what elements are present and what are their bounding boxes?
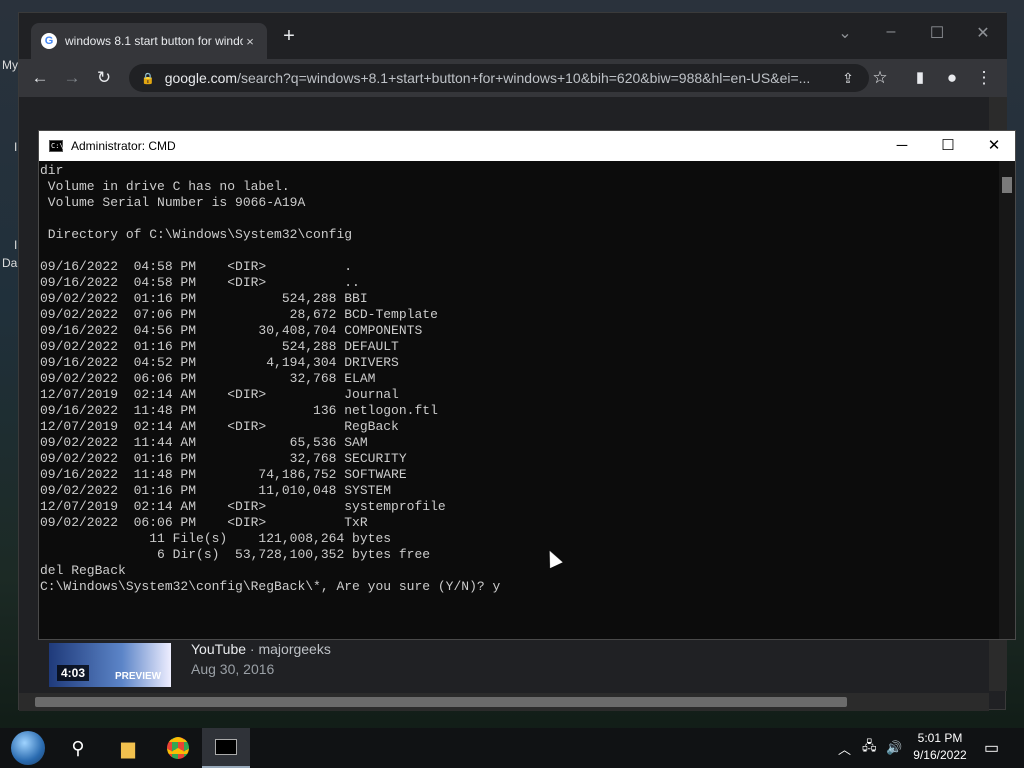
console-line: 09/02/2022 06:06 PM <DIR> TxR xyxy=(40,515,368,530)
cmd-title: Administrator: CMD xyxy=(71,139,176,153)
new-tab-button[interactable]: + xyxy=(279,26,299,47)
console-line: 09/16/2022 04:58 PM <DIR> .. xyxy=(40,275,360,290)
start-button[interactable] xyxy=(4,728,52,768)
menu-icon[interactable]: ⋮ xyxy=(971,65,997,91)
clock-time: 5:01 PM xyxy=(917,731,963,745)
console-line: dir xyxy=(40,163,64,178)
console-line: Volume Serial Number is 9066-A19A xyxy=(40,195,306,210)
console-line: 09/16/2022 04:56 PM 30,408,704 COMPONENT… xyxy=(40,323,423,338)
console-line: 09/02/2022 07:06 PM 28,672 BCD-Template xyxy=(40,307,438,322)
result-source[interactable]: YouTube · majorgeeks xyxy=(191,641,331,657)
thumbnail-label: PREVIEW xyxy=(115,671,162,682)
clock[interactable]: 5:01 PM 9/16/2022 xyxy=(900,730,980,766)
chrome-icon[interactable] xyxy=(154,728,202,768)
close-window-icon[interactable]: ✕ xyxy=(973,23,993,43)
forward-icon[interactable]: → xyxy=(59,65,85,91)
tab-strip: G windows 8.1 start button for windows 1… xyxy=(19,13,1007,59)
search-icon[interactable]: ⚲ xyxy=(54,728,102,768)
maximize-icon[interactable]: ☐ xyxy=(925,131,971,161)
network-icon[interactable]: 🖧 xyxy=(862,728,877,768)
video-duration: 4:03 xyxy=(57,665,90,681)
console-line: 09/02/2022 01:16 PM 524,288 BBI xyxy=(40,291,368,306)
maximize-icon[interactable]: ☐ xyxy=(927,23,947,43)
close-icon[interactable]: ✕ xyxy=(971,131,1017,161)
desktop-icon-label[interactable]: My xyxy=(2,58,18,72)
address-bar[interactable]: 🔒 google.com/search?q=windows+8.1+start+… xyxy=(129,64,869,92)
desktop-icon-label[interactable]: I xyxy=(14,140,17,154)
console-line: 12/07/2019 02:14 AM <DIR> Journal xyxy=(40,387,399,402)
console-line: Directory of C:\Windows\System32\config xyxy=(40,227,353,242)
cmd-taskbar-icon[interactable] xyxy=(202,728,250,768)
result-date: Aug 30, 2016 xyxy=(191,661,275,677)
clock-date: 9/16/2022 xyxy=(913,748,967,762)
console-line: del RegBack xyxy=(40,563,126,578)
desktop-icon-label[interactable]: Da xyxy=(2,256,17,270)
google-favicon-icon: G xyxy=(41,33,57,49)
close-tab-icon[interactable]: × xyxy=(243,34,257,49)
console-line: 09/16/2022 11:48 PM 136 netlogon.ftl xyxy=(40,403,438,418)
console-line: 09/02/2022 06:06 PM 32,768 ELAM xyxy=(40,371,376,386)
tab-search-icon[interactable]: ⌄ xyxy=(835,23,855,43)
notifications-icon[interactable]: ▭ xyxy=(984,728,999,768)
lock-icon: 🔒 xyxy=(141,72,155,85)
page-horizontal-scrollbar[interactable] xyxy=(19,693,989,711)
console-line: 11 File(s) 121,008,264 bytes xyxy=(40,531,392,546)
console-line: 6 Dir(s) 53,728,100,352 bytes free xyxy=(40,547,431,562)
bookmark-star-icon[interactable]: ☆ xyxy=(867,65,893,91)
share-icon[interactable]: ⇪ xyxy=(835,65,861,91)
scrollbar-thumb[interactable] xyxy=(35,697,847,707)
cmd-title-bar[interactable]: C:\ Administrator: CMD ─ ☐ ✕ xyxy=(39,131,1015,161)
console-line: Volume in drive C has no label. xyxy=(40,179,290,194)
start-orb-icon xyxy=(11,731,45,765)
console-line: 09/02/2022 01:16 PM 524,288 DEFAULT xyxy=(40,339,399,354)
tab-title: windows 8.1 start button for windows 10 xyxy=(65,34,243,48)
browser-tab[interactable]: G windows 8.1 start button for windows 1… xyxy=(31,23,267,59)
console-line: 12/07/2019 02:14 AM <DIR> RegBack xyxy=(40,419,399,434)
minimize-icon[interactable]: – xyxy=(881,23,901,41)
back-icon[interactable]: ← xyxy=(27,65,53,91)
console-line: 12/07/2019 02:14 AM <DIR> systemprofile xyxy=(40,499,446,514)
channel-name: majorgeeks xyxy=(258,641,331,657)
console-line: 09/02/2022 11:44 AM 65,536 SAM xyxy=(40,435,368,450)
cmd-scrollbar[interactable] xyxy=(999,161,1015,639)
console-output[interactable]: dir Volume in drive C has no label. Volu… xyxy=(40,163,998,639)
console-line: 09/16/2022 04:52 PM 4,194,304 DRIVERS xyxy=(40,355,399,370)
tray-chevron-icon[interactable]: ︿ xyxy=(838,728,851,768)
desktop-icon-label[interactable]: I xyxy=(14,238,17,252)
taskbar: ⚲ ▆ ︿ 🖧 🔊 5:01 PM 9/16/2022 ▭ xyxy=(0,728,1024,768)
url-path: /search?q=windows+8.1+start+button+for+w… xyxy=(237,70,811,86)
console-line: C:\Windows\System32\config\RegBack\*, Ar… xyxy=(40,579,501,594)
console-line: 09/02/2022 01:16 PM 32,768 SECURITY xyxy=(40,451,407,466)
cmd-window: C:\ Administrator: CMD ─ ☐ ✕ dir Volume … xyxy=(38,130,1016,640)
side-panel-icon[interactable]: ▮ xyxy=(907,65,933,91)
minimize-icon[interactable]: ─ xyxy=(879,131,925,161)
cmd-icon: C:\ xyxy=(49,140,64,152)
profile-icon[interactable]: ● xyxy=(939,65,965,91)
url-host: google.com xyxy=(164,70,238,86)
file-explorer-icon[interactable]: ▆ xyxy=(104,728,152,768)
console-line: 09/16/2022 04:58 PM <DIR> . xyxy=(40,259,353,274)
console-line: 09/02/2022 01:16 PM 11,010,048 SYSTEM xyxy=(40,483,392,498)
browser-toolbar: ← → ↻ 🔒 google.com/search?q=windows+8.1+… xyxy=(19,59,1007,97)
scrollbar-thumb[interactable] xyxy=(1002,177,1012,193)
reload-icon[interactable]: ↻ xyxy=(91,65,117,91)
source-name: YouTube xyxy=(191,641,247,657)
console-line: 09/16/2022 11:48 PM 74,186,752 SOFTWARE xyxy=(40,467,407,482)
